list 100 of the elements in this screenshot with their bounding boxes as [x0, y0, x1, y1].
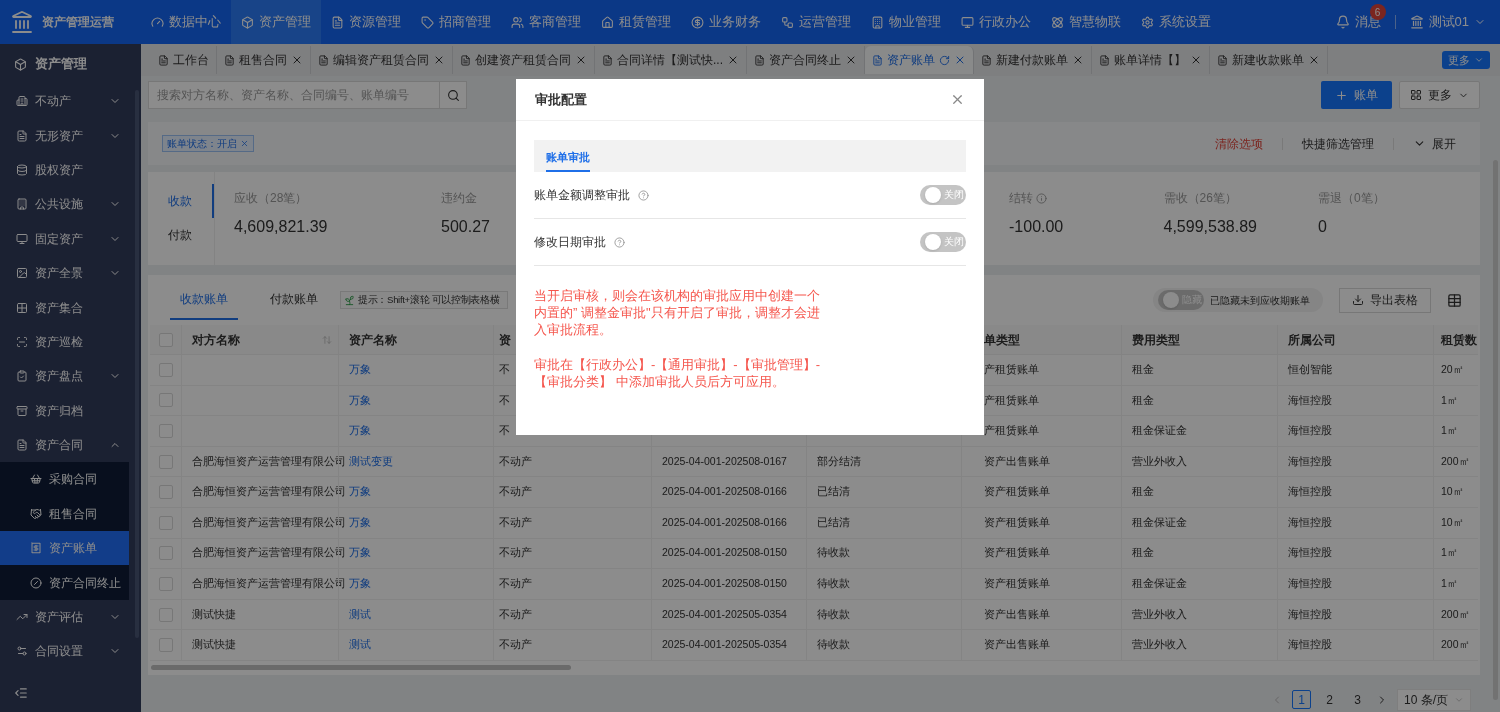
users-icon — [511, 15, 524, 29]
sidebar-item[interactable]: 固定资产 — [0, 221, 141, 256]
document-icon — [872, 54, 883, 66]
page-tab[interactable]: 工作台 — [151, 46, 217, 74]
close-icon[interactable] — [954, 54, 966, 66]
table-cell: 营业外收入 — [1132, 637, 1187, 653]
close-icon[interactable] — [433, 54, 445, 66]
table-cell-text: 2025-04-001-202508-0166 — [662, 514, 787, 530]
add-bill-button[interactable]: 账单 — [1321, 81, 1392, 109]
asset-link[interactable]: 万象 — [349, 576, 371, 592]
asset-link[interactable]: 测试 — [349, 637, 371, 653]
sidebar-item[interactable]: 资产归档 — [0, 393, 141, 428]
sidebar-item[interactable]: 公共设施 — [0, 187, 141, 222]
nav-item[interactable]: 物业管理 — [861, 0, 951, 44]
table-cell: 海恒控股 — [1288, 423, 1332, 439]
page-tab[interactable]: 新建付款账单 — [974, 46, 1092, 74]
nav-item[interactable]: 客商管理 — [501, 0, 591, 44]
close-icon[interactable] — [291, 54, 303, 66]
summary-tab[interactable]: 收款 — [148, 184, 214, 218]
quick-filter-link[interactable]: 快捷筛选管理 — [1302, 134, 1374, 153]
table-cell-text: 20㎡ — [1441, 361, 1464, 377]
nav-item[interactable]: 资源管理 — [321, 0, 411, 44]
search-button[interactable] — [440, 81, 467, 109]
more-tabs-button[interactable]: 更多 — [1442, 51, 1490, 69]
app-name: 资产管理运营 — [42, 14, 114, 31]
asset-link[interactable]: 万象 — [349, 545, 371, 562]
nav-item[interactable]: 数据中心 — [141, 0, 231, 44]
close-icon[interactable] — [575, 54, 587, 66]
sort-icon[interactable] — [322, 334, 332, 345]
asset-link[interactable]: 万象 — [349, 361, 371, 378]
sidebar-item[interactable]: 合同设置 — [0, 634, 141, 669]
column-header: 单类型 — [984, 331, 1020, 349]
nav-item[interactable]: 运营管理 — [771, 0, 861, 44]
page-tab[interactable]: 合同详情【测试快... — [595, 46, 747, 74]
page-tab[interactable]: 租售合同 — [217, 46, 311, 74]
close-icon[interactable] — [240, 139, 249, 148]
page-tab[interactable]: 账单详情【】 — [1092, 46, 1210, 74]
table-cell-text: 不动产 — [499, 514, 532, 530]
asset-link[interactable]: 万象 — [349, 392, 371, 409]
sidebar-subitem[interactable]: 资产账单 — [0, 531, 129, 566]
summary-tab[interactable]: 付款 — [148, 218, 214, 252]
close-icon[interactable] — [950, 92, 965, 107]
page-button[interactable]: 3 — [1348, 690, 1367, 710]
column-settings-icon[interactable] — [1447, 292, 1462, 308]
more-button[interactable]: 更多 — [1399, 81, 1480, 109]
table-cell-text: 海恒控股 — [1288, 514, 1332, 530]
table-cell-text: 海恒控股 — [1288, 484, 1332, 500]
page-button[interactable]: 2 — [1320, 690, 1339, 710]
page-size-select[interactable]: 10 条/页 — [1397, 688, 1471, 711]
sidebar-item[interactable]: 资产盘点 — [0, 359, 141, 394]
export-button[interactable]: 导出表格 — [1339, 287, 1431, 313]
nav-item[interactable]: 招商管理 — [411, 0, 501, 44]
asset-link[interactable]: 万象 — [349, 514, 371, 531]
horizontal-scrollbar[interactable] — [151, 665, 571, 671]
user-menu[interactable]: 测试01 — [1409, 12, 1486, 32]
nav-item[interactable]: 行政办公 — [951, 0, 1041, 44]
close-icon[interactable] — [845, 54, 857, 66]
close-icon[interactable] — [1072, 54, 1084, 66]
house-icon — [601, 15, 614, 29]
column-header: 租赁数 — [1441, 331, 1477, 349]
asset-link[interactable]: 万象 — [349, 484, 371, 501]
asset-link[interactable]: 万象 — [349, 423, 371, 439]
table-cell-text: 海恒控股 — [1288, 392, 1332, 408]
nav-item[interactable]: 系统设置 — [1131, 0, 1221, 44]
sidebar-item[interactable]: 资产集合 — [0, 290, 141, 325]
sidebar-item[interactable]: 资产合同 — [0, 427, 141, 463]
page-tab[interactable]: 资产账单 — [865, 46, 974, 74]
building-icon — [16, 198, 28, 211]
grid-icon — [16, 301, 28, 314]
sidebar-subitem[interactable]: 资产合同终止 — [0, 565, 129, 600]
sidebar-item[interactable]: 不动产 — [0, 84, 141, 119]
sidebar-item[interactable]: 股权资产 — [0, 152, 141, 188]
table-cell-text: 不 — [499, 392, 510, 408]
nav-item[interactable]: 智慧物联 — [1041, 0, 1131, 44]
sidebar-item[interactable]: 资产评估 — [0, 599, 141, 635]
close-icon[interactable] — [727, 54, 739, 66]
asset-link[interactable]: 测试变更 — [349, 453, 393, 470]
table-cell-text: 1㎡ — [1441, 392, 1458, 408]
sidebar-item[interactable]: 无形资产 — [0, 118, 141, 153]
bills-tab[interactable]: 收款账单 — [170, 280, 238, 320]
clear-options-link[interactable]: 清除选项 — [1215, 134, 1263, 153]
sidebar-subitem[interactable]: 租售合同 — [0, 496, 129, 532]
sidebar-item[interactable]: 资产全景 — [0, 255, 141, 291]
nav-item[interactable]: 资产管理 — [231, 0, 321, 44]
dialog-tab[interactable]: 账单审批 — [546, 144, 590, 172]
asset-link[interactable]: 测试 — [349, 606, 371, 623]
expand-button[interactable]: 展开 — [1413, 134, 1456, 153]
page-button[interactable]: 1 — [1292, 690, 1311, 710]
document-icon — [16, 439, 28, 452]
nav-item[interactable]: 租赁管理 — [591, 0, 681, 44]
nav-item[interactable]: 业务财务 — [681, 0, 771, 44]
sidebar-subitem[interactable]: 采购合同 — [0, 462, 129, 497]
page-tab[interactable]: 编辑资产租赁合同 — [311, 46, 453, 74]
close-icon[interactable] — [1190, 54, 1202, 66]
page-tab[interactable]: 创建资产租赁合同 — [453, 46, 595, 74]
sidebar-item[interactable]: 资产巡检 — [0, 324, 141, 360]
bills-tab[interactable]: 付款账单 — [260, 280, 328, 320]
close-icon[interactable] — [1308, 54, 1320, 66]
filter-tag[interactable]: 账单状态：开启 — [162, 135, 254, 152]
page-tab[interactable]: 新建收款账单 — [1210, 46, 1328, 74]
